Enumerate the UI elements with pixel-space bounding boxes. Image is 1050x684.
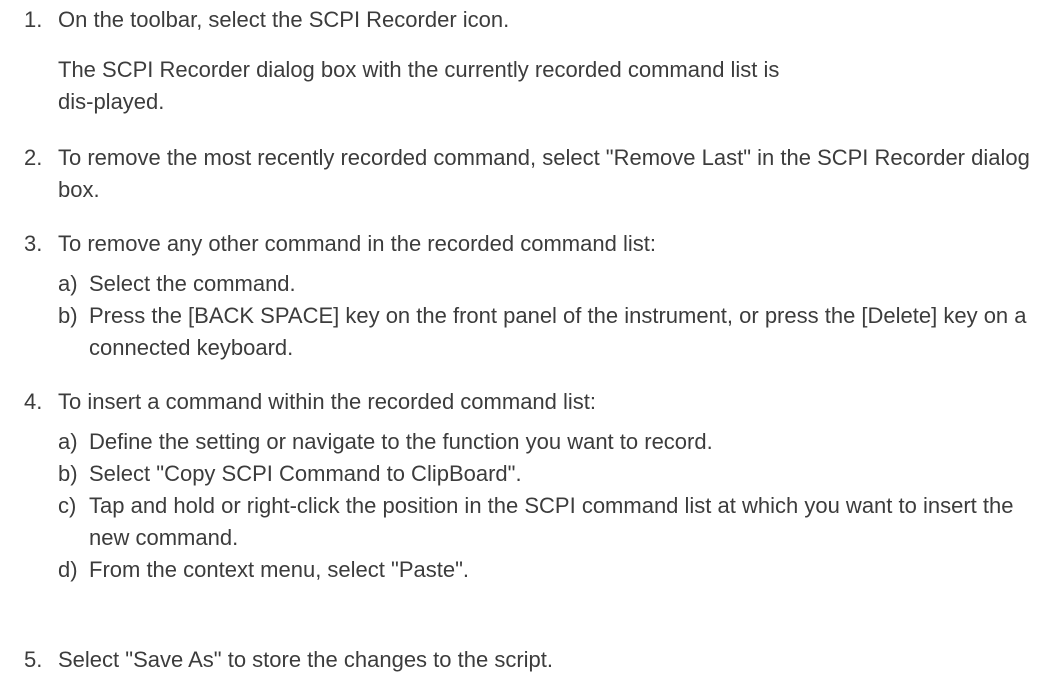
substep-text: Define the setting or navigate to the fu…: [89, 429, 713, 454]
step-result-text: The SCPI Recorder dialog box with the cu…: [58, 57, 780, 114]
substep: a) Define the setting or navigate to the…: [58, 426, 1034, 458]
step-number: 4.: [24, 389, 43, 414]
substep-text: From the context menu, select "Paste".: [89, 557, 470, 582]
substep-list: a) Select the command. b) Press the [BAC…: [24, 268, 1034, 364]
step-3: 3. To remove any other command in the re…: [24, 228, 1034, 364]
substep: a) Select the command.: [58, 268, 1034, 300]
step-4: 4. To insert a command within the record…: [24, 386, 1034, 586]
step-2: 2. To remove the most recently recorded …: [24, 142, 1034, 206]
step-instruction: On the toolbar, select the SCPI Recorder…: [58, 7, 510, 32]
step-result: The SCPI Recorder dialog box with the cu…: [24, 54, 818, 118]
substep: b) Select "Copy SCPI Command to ClipBoar…: [58, 458, 1034, 490]
step-instruction: Select "Save As" to store the changes to…: [58, 647, 553, 672]
substep-letter: a): [58, 429, 78, 454]
substep-letter: a): [58, 271, 78, 296]
substep: d) From the context menu, select "Paste"…: [58, 554, 1034, 586]
substep-text: Tap and hold or right-click the position…: [89, 493, 1014, 550]
step-number: 1.: [24, 7, 43, 32]
substep-text: Select the command.: [89, 271, 296, 296]
step-number: 3.: [24, 231, 43, 256]
substep-letter: b): [58, 461, 78, 486]
substep: b) Press the [BACK SPACE] key on the fro…: [58, 300, 1034, 364]
substep-list: a) Define the setting or navigate to the…: [24, 426, 1034, 586]
step-5: 5. Select "Save As" to store the changes…: [24, 644, 1034, 676]
substep-text: Press the [BACK SPACE] key on the front …: [89, 303, 1027, 360]
step-instruction: To remove the most recently recorded com…: [58, 145, 1030, 202]
procedure-document: 1. On the toolbar, select the SCPI Recor…: [0, 0, 1050, 684]
step-1: 1. On the toolbar, select the SCPI Recor…: [24, 4, 1034, 118]
substep-letter: d): [58, 557, 78, 582]
step-instruction: To remove any other command in the recor…: [58, 231, 656, 256]
substep-text: Select "Copy SCPI Command to ClipBoard".: [89, 461, 522, 486]
step-number: 5.: [24, 647, 43, 672]
step-number: 2.: [24, 145, 43, 170]
substep-letter: c): [58, 493, 77, 518]
substep: c) Tap and hold or right-click the posit…: [58, 490, 1034, 554]
substep-letter: b): [58, 303, 78, 328]
step-instruction: To insert a command within the recorded …: [58, 389, 597, 414]
